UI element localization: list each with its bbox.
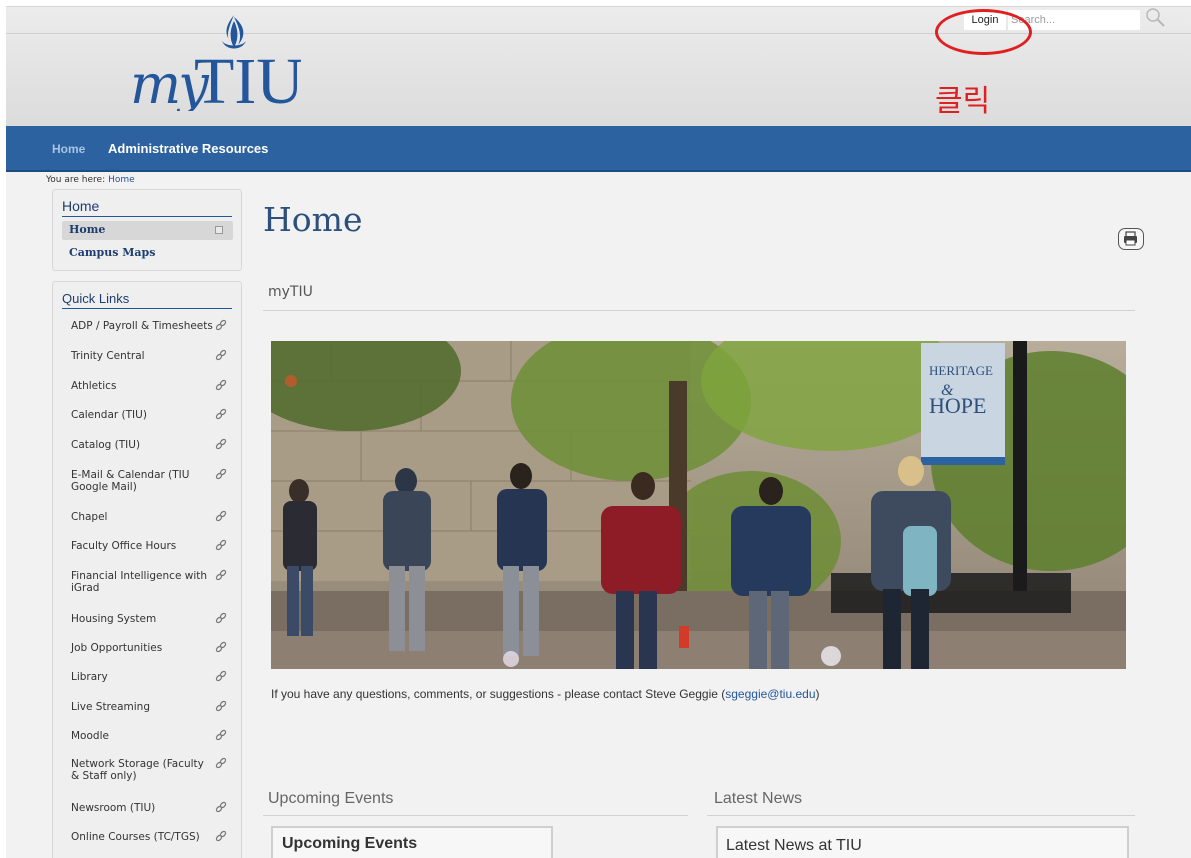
quick-links-box: Quick Links ADP / Payroll & Timesheets T…: [52, 281, 242, 858]
quick-link-online-courses[interactable]: Online Courses (TC/TGS): [71, 828, 241, 844]
quick-link-label: Athletics: [71, 380, 117, 392]
quick-link-label: Calendar (TIU): [71, 409, 147, 421]
contact-close: ): [815, 687, 820, 701]
sidebar-item-home[interactable]: Home: [62, 221, 233, 240]
quick-link-label: Newsroom (TIU): [71, 802, 156, 814]
quick-link-calendar[interactable]: Calendar (TIU): [71, 406, 241, 422]
quick-link-label: Housing System: [71, 613, 157, 625]
quick-link-label: Financial Intelligence with iGrad: [71, 570, 208, 594]
chain-link-icon: [213, 828, 229, 844]
breadcrumb-prefix: You are here:: [46, 175, 106, 185]
chain-link-icon: [213, 406, 229, 422]
section-divider: [263, 310, 1135, 311]
quick-link-label: Network Storage (Faculty & Staff only): [71, 758, 204, 782]
chain-link-icon: [213, 317, 229, 333]
events-divider: [263, 815, 688, 816]
svg-text:TIU: TIU: [194, 45, 301, 111]
page-title: Home: [263, 200, 363, 239]
search-input[interactable]: [1008, 10, 1140, 30]
quick-link-label: Trinity Central: [71, 350, 145, 362]
quick-link-label: Chapel: [71, 511, 108, 523]
quick-link-job-opportunities[interactable]: Job Opportunities: [71, 639, 241, 655]
quick-link-athletics[interactable]: Athletics: [71, 377, 241, 393]
quick-link-housing-system[interactable]: Housing System: [71, 610, 241, 626]
sidebar-item-campus-maps[interactable]: Campus Maps: [69, 246, 155, 259]
chain-link-icon: [213, 698, 229, 714]
chain-link-icon: [213, 668, 229, 684]
quick-link-chapel[interactable]: Chapel: [71, 508, 241, 524]
chain-link-icon: [213, 466, 229, 482]
quick-link-email-calendar[interactable]: E-Mail & Calendar (TIU Google Mail): [71, 466, 241, 493]
latest-news-box: Latest News at TIU: [716, 826, 1129, 858]
print-icon[interactable]: [1118, 228, 1144, 250]
chain-link-icon: [213, 377, 229, 393]
quick-link-library[interactable]: Library: [71, 668, 241, 684]
mytiu-logo[interactable]: my TIU: [126, 11, 301, 111]
quick-link-label: Job Opportunities: [71, 642, 163, 654]
quick-link-financial-intelligence[interactable]: Financial Intelligence with iGrad: [71, 567, 241, 594]
chain-link-icon: [213, 537, 229, 553]
chain-link-icon: [213, 508, 229, 524]
breadcrumb: You are here: Home: [46, 175, 135, 185]
quick-link-label: ADP / Payroll & Timesheets: [71, 320, 213, 332]
quick-link-label: Live Streaming: [71, 701, 151, 713]
quick-link-trinity-central[interactable]: Trinity Central: [71, 347, 241, 363]
section-title: myTIU: [268, 284, 313, 300]
latest-news-box-title: Latest News at TIU: [726, 837, 862, 854]
search-icon[interactable]: [1144, 6, 1166, 28]
quick-link-faculty-office-hours[interactable]: Faculty Office Hours: [71, 537, 241, 553]
quick-link-moodle[interactable]: Moodle: [71, 727, 241, 743]
quick-link-label: E-Mail & Calendar (TIU Google Mail): [71, 469, 190, 493]
banner-hope-text: HOPE: [929, 393, 986, 418]
chain-link-icon: [213, 610, 229, 626]
quick-link-label: Online Courses (TC/TGS): [71, 831, 200, 843]
nav-home-link[interactable]: Home: [52, 142, 85, 156]
section-nav-title: Home: [62, 198, 232, 217]
quick-link-newsroom[interactable]: Newsroom (TIU): [71, 799, 241, 815]
quick-link-label: Moodle: [71, 730, 109, 742]
section-nav-box: Home Home Campus Maps: [52, 189, 242, 271]
latest-news-heading: Latest News: [714, 790, 803, 807]
sidebar-item-label: Home: [69, 223, 106, 236]
quick-link-adp-payroll[interactable]: ADP / Payroll & Timesheets: [71, 317, 241, 333]
collapse-icon[interactable]: [215, 226, 223, 234]
quick-link-catalog[interactable]: Catalog (TIU): [71, 436, 241, 452]
upcoming-events-box-title: Upcoming Events: [282, 835, 418, 852]
chain-link-icon: [213, 755, 229, 771]
annotation-click-label: 클릭: [935, 84, 991, 119]
nav-administrative-resources-link[interactable]: Administrative Resources: [108, 141, 268, 156]
quick-link-live-streaming[interactable]: Live Streaming: [71, 698, 241, 714]
banner-heritage-text: HERITAGE: [929, 363, 993, 378]
main-navbar: Home Administrative Resources: [6, 126, 1191, 172]
campus-photo: HERITAGE & HOPE: [271, 341, 1126, 669]
chain-link-icon: [213, 639, 229, 655]
login-button[interactable]: Login: [964, 10, 1006, 30]
breadcrumb-home-link[interactable]: Home: [108, 175, 135, 185]
contact-text: If you have any questions, comments, or …: [271, 687, 820, 701]
quick-link-label: Faculty Office Hours: [71, 540, 177, 552]
chain-link-icon: [213, 567, 229, 583]
contact-message: If you have any questions, comments, or …: [271, 687, 726, 701]
quick-links-title: Quick Links: [62, 291, 232, 309]
quick-link-label: Catalog (TIU): [71, 439, 141, 451]
chain-link-icon: [213, 347, 229, 363]
chain-link-icon: [213, 799, 229, 815]
upcoming-events-box: Upcoming Events: [271, 826, 553, 858]
quick-link-network-storage[interactable]: Network Storage (Faculty & Staff only): [71, 755, 241, 782]
quick-link-label: Library: [71, 671, 108, 683]
chain-link-icon: [213, 727, 229, 743]
chain-link-icon: [213, 436, 229, 452]
contact-email-link[interactable]: sgeggie@tiu.edu: [725, 687, 815, 701]
news-divider: [707, 815, 1135, 816]
upcoming-events-heading: Upcoming Events: [268, 790, 394, 807]
